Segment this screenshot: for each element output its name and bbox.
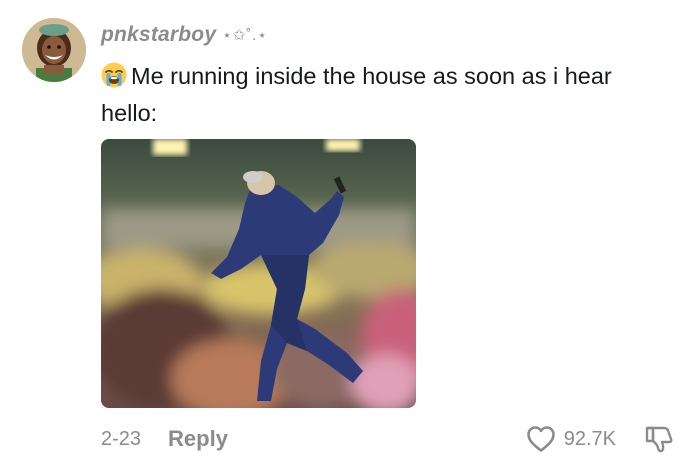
thumbs-down-outline-icon[interactable]	[644, 424, 674, 454]
reply-button[interactable]: Reply	[168, 426, 228, 452]
heart-outline-icon[interactable]	[526, 425, 556, 453]
avatar-image	[22, 18, 86, 82]
avatar[interactable]	[22, 18, 86, 82]
comment-actions: 92.7K	[526, 423, 674, 455]
comment-date: 2-23	[101, 427, 142, 450]
comment-meta: 2-23 Reply	[101, 424, 228, 454]
concert-photo	[101, 139, 416, 408]
username-row: pnkstarboy ⋆✩˚.⋆	[101, 21, 268, 49]
username[interactable]: pnkstarboy	[101, 23, 216, 47]
username-decoration: ⋆✩˚.⋆	[222, 27, 268, 44]
sob-emoji-icon	[101, 62, 127, 88]
comment-body: Me running inside the house as soon as i…	[101, 63, 612, 126]
comment-image[interactable]	[101, 139, 416, 408]
like-count: 92.7K	[563, 427, 616, 450]
comment-text: Me running inside the house as soon as i…	[101, 58, 661, 132]
